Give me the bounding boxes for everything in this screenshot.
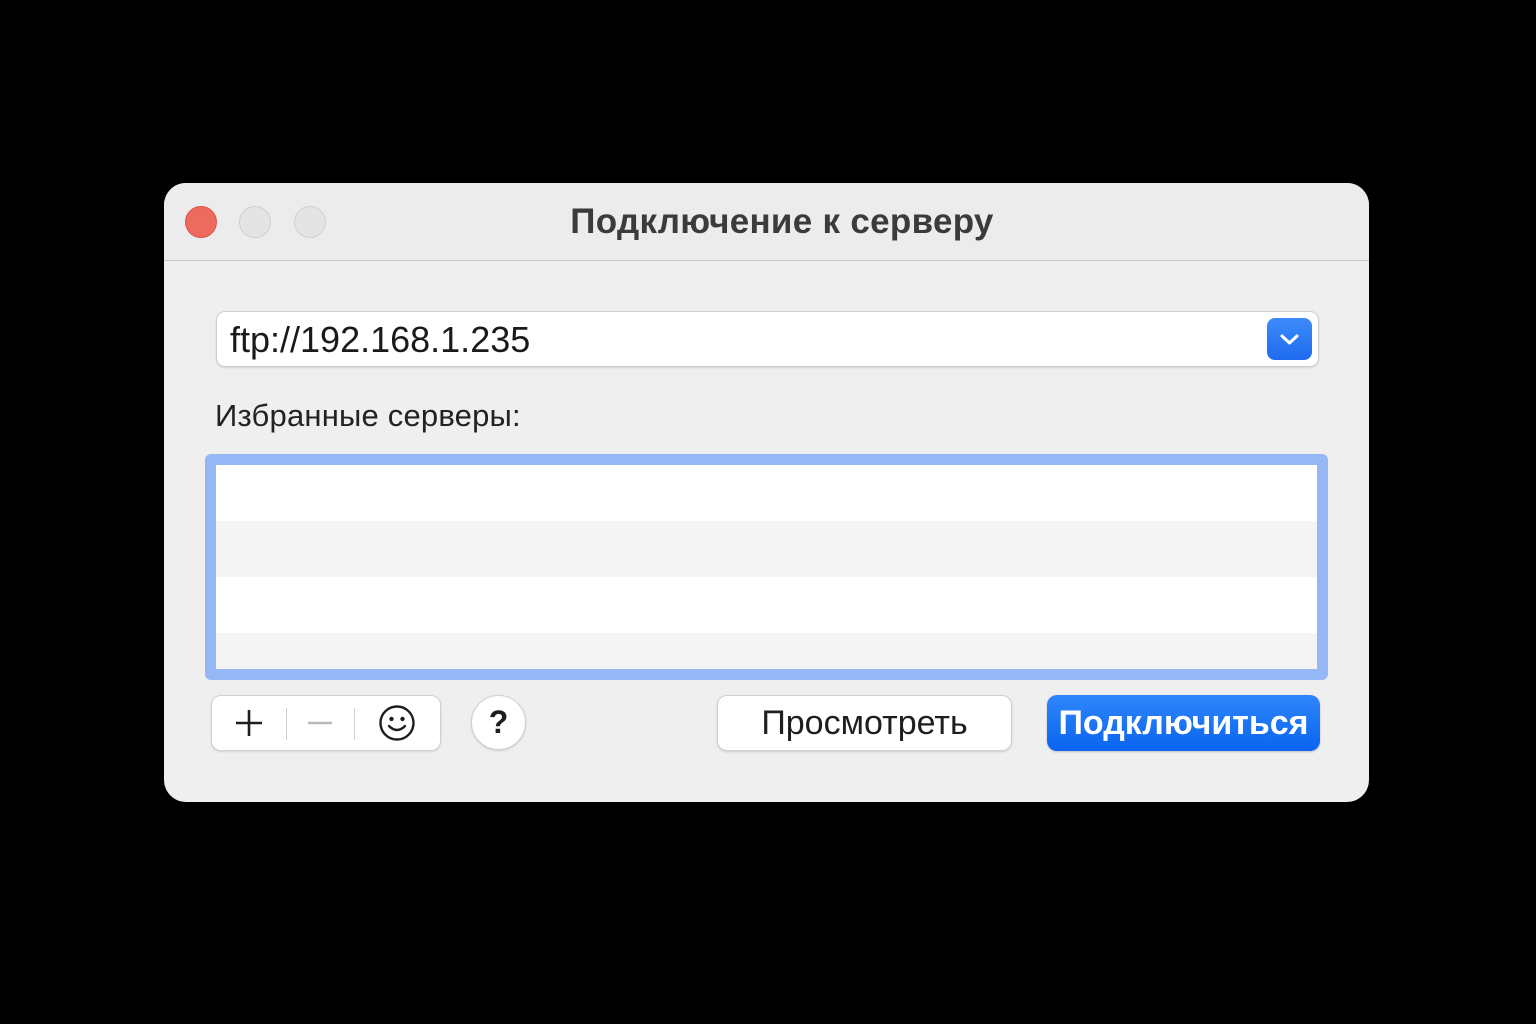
favorite-actions-button[interactable] <box>354 696 440 750</box>
list-row[interactable] <box>216 577 1317 633</box>
browse-button[interactable]: Просмотреть <box>717 695 1012 751</box>
recent-servers-dropdown-button[interactable] <box>1267 318 1312 360</box>
chevron-down-icon <box>1280 334 1299 345</box>
add-favorite-button[interactable] <box>212 696 286 750</box>
server-address-combobox[interactable]: ftp://192.168.1.235 <box>216 311 1319 367</box>
connect-button[interactable]: Подключиться <box>1047 695 1320 751</box>
window-title: Подключение к серверу <box>570 202 994 241</box>
list-row[interactable] <box>216 521 1317 577</box>
favorites-segmented-control <box>211 695 441 751</box>
minus-icon <box>308 721 332 725</box>
plus-icon <box>236 710 262 736</box>
smiley-icon <box>379 705 415 741</box>
help-button[interactable]: ? <box>471 695 526 750</box>
favorite-servers-list[interactable] <box>216 465 1317 669</box>
list-row[interactable] <box>216 465 1317 521</box>
favorite-servers-label: Избранные серверы: <box>215 398 521 433</box>
server-address-input[interactable]: ftp://192.168.1.235 <box>230 312 530 368</box>
remove-favorite-button[interactable] <box>286 696 354 750</box>
list-row[interactable] <box>216 633 1317 669</box>
connect-to-server-window: Подключение к серверу ftp://192.168.1.23… <box>164 183 1369 802</box>
